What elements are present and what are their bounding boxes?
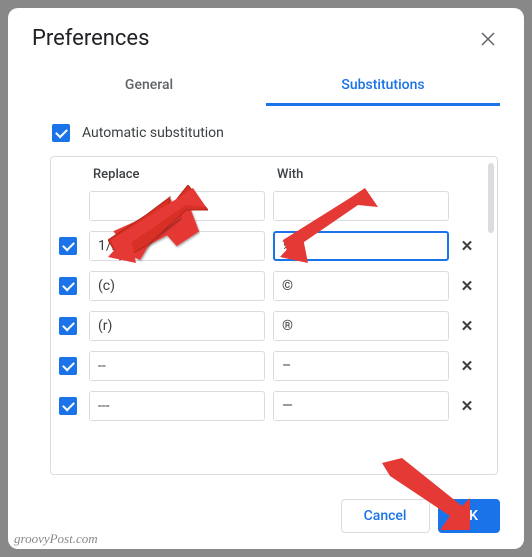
tab-substitutions[interactable]: Substitutions bbox=[266, 67, 500, 106]
with-input[interactable] bbox=[273, 391, 449, 421]
with-input[interactable] bbox=[273, 191, 449, 221]
row-checkbox[interactable] bbox=[59, 237, 77, 255]
auto-substitution-checkbox[interactable] bbox=[52, 124, 70, 142]
cancel-button[interactable]: Cancel bbox=[341, 499, 430, 533]
substitution-table: Replace With ½ bbox=[50, 156, 498, 475]
table-row: ½ ✕ bbox=[51, 226, 485, 266]
replace-input[interactable] bbox=[89, 391, 265, 421]
row-checkbox[interactable] bbox=[59, 317, 77, 335]
dialog-header: Preferences bbox=[8, 8, 524, 57]
replace-input[interactable] bbox=[89, 351, 265, 381]
row-checkbox[interactable] bbox=[59, 277, 77, 295]
table-row: ✕ bbox=[51, 346, 485, 386]
delete-icon[interactable]: ✕ bbox=[457, 276, 477, 296]
row-checkbox[interactable] bbox=[59, 357, 77, 375]
replace-input[interactable] bbox=[89, 191, 265, 221]
replace-input[interactable] bbox=[89, 311, 265, 341]
ok-button[interactable]: OK bbox=[438, 499, 501, 533]
watermark: groovyPost.com bbox=[14, 531, 98, 547]
auto-substitution-label: Automatic substitution bbox=[82, 125, 224, 141]
tabs: General Substitutions bbox=[8, 57, 524, 106]
table-row: ✕ bbox=[51, 266, 485, 306]
table-row bbox=[51, 186, 485, 226]
with-input[interactable]: ½ bbox=[273, 231, 449, 261]
delete-icon[interactable]: ✕ bbox=[457, 236, 477, 256]
scrollbar[interactable] bbox=[488, 163, 494, 233]
with-input[interactable] bbox=[273, 311, 449, 341]
delete-icon[interactable]: ✕ bbox=[457, 316, 477, 336]
dialog-title: Preferences bbox=[32, 26, 149, 51]
row-checkbox[interactable] bbox=[59, 397, 77, 415]
close-icon[interactable] bbox=[476, 27, 500, 51]
delete-icon[interactable]: ✕ bbox=[457, 396, 477, 416]
replace-input[interactable] bbox=[89, 231, 265, 261]
header-with: With bbox=[273, 165, 449, 184]
scroll-area: Replace With ½ bbox=[51, 157, 485, 474]
auto-substitution-row: Automatic substitution bbox=[52, 124, 498, 142]
preferences-dialog: Preferences General Substitutions Automa… bbox=[8, 8, 524, 549]
dialog-body: Automatic substitution Replace With bbox=[8, 106, 524, 485]
replace-input[interactable] bbox=[89, 271, 265, 301]
table-header-row: Replace With bbox=[51, 157, 485, 186]
table-row: ✕ bbox=[51, 306, 485, 346]
text-cursor bbox=[294, 238, 295, 254]
table-row: ✕ bbox=[51, 386, 485, 426]
with-input[interactable] bbox=[273, 351, 449, 381]
with-input[interactable] bbox=[273, 271, 449, 301]
delete-icon[interactable]: ✕ bbox=[457, 356, 477, 376]
header-replace: Replace bbox=[89, 165, 265, 184]
tab-general[interactable]: General bbox=[32, 67, 266, 106]
